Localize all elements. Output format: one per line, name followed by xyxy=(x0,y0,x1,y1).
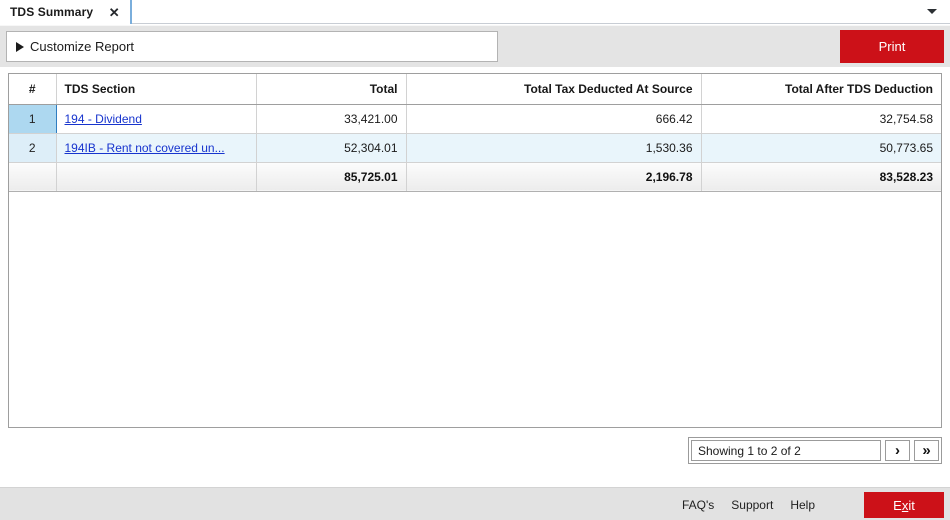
tds-section-link[interactable]: 194 - Dividend xyxy=(65,112,142,126)
close-icon[interactable]: ✕ xyxy=(107,5,121,19)
next-page-icon[interactable]: › xyxy=(885,440,910,461)
totals-number-cell xyxy=(9,162,57,192)
exit-label-prefix: E xyxy=(893,497,902,513)
totals-section-cell xyxy=(56,162,257,192)
table-totals-row: 85,725.01 2,196.78 83,528.23 xyxy=(9,162,941,192)
tab-label: TDS Summary xyxy=(10,5,94,19)
row-number-cell: 1 xyxy=(9,104,57,134)
faq-link[interactable]: FAQ's xyxy=(682,498,714,512)
customize-report-label: Customize Report xyxy=(30,39,135,54)
tab-tds-summary[interactable]: TDS Summary ✕ xyxy=(0,0,133,24)
customize-report-expander[interactable]: Customize Report xyxy=(6,31,498,62)
column-header-number[interactable]: # xyxy=(9,74,57,105)
tab-bar-empty-area xyxy=(132,0,950,24)
footer-bar: FAQ's Support Help Ex it xyxy=(0,487,950,520)
tds-summary-grid-panel: # TDS Section Total Total Tax Deducted A… xyxy=(8,73,942,428)
last-page-icon[interactable]: » xyxy=(914,440,939,461)
column-header-total-tax-deducted[interactable]: Total Tax Deducted At Source xyxy=(406,74,702,105)
support-link[interactable]: Support xyxy=(731,498,773,512)
exit-label-suffix: it xyxy=(908,497,915,513)
tds-section-link[interactable]: 194IB - Rent not covered un... xyxy=(65,141,225,155)
totals-total-cell: 85,725.01 xyxy=(256,162,407,192)
exit-button[interactable]: Ex it xyxy=(864,492,944,518)
total-cell: 33,421.00 xyxy=(256,104,407,134)
table-header-row: # TDS Section Total Total Tax Deducted A… xyxy=(9,74,941,105)
pagination-status[interactable]: Showing 1 to 2 of 2 xyxy=(691,440,881,461)
total-tax-deducted-cell: 666.42 xyxy=(406,104,702,134)
totals-after-tds-cell: 83,528.23 xyxy=(701,162,941,192)
column-header-total-after-tds[interactable]: Total After TDS Deduction xyxy=(701,74,941,105)
report-toolbar: Customize Report Print xyxy=(0,25,950,67)
row-number-cell: 2 xyxy=(9,133,57,163)
print-button[interactable]: Print xyxy=(840,30,944,63)
triangle-right-icon xyxy=(16,41,24,52)
total-after-tds-cell: 50,773.65 xyxy=(701,133,941,163)
table-row[interactable]: 2 194IB - Rent not covered un... 52,304.… xyxy=(9,133,941,163)
caret-shape xyxy=(927,9,937,14)
tds-section-cell: 194 - Dividend xyxy=(56,104,257,134)
total-tax-deducted-cell: 1,530.36 xyxy=(406,133,702,163)
chevron-down-icon[interactable] xyxy=(922,0,942,23)
totals-tax-deducted-cell: 2,196.78 xyxy=(406,162,702,192)
column-header-total[interactable]: Total xyxy=(256,74,407,105)
column-header-tds-section[interactable]: TDS Section xyxy=(56,74,257,105)
pagination-control: Showing 1 to 2 of 2 › » xyxy=(688,437,942,464)
tab-bar: TDS Summary ✕ xyxy=(0,0,950,24)
footer-links: FAQ's Support Help xyxy=(682,488,815,520)
tds-summary-table: # TDS Section Total Total Tax Deducted A… xyxy=(9,74,941,192)
help-link[interactable]: Help xyxy=(790,498,815,512)
tds-section-cell: 194IB - Rent not covered un... xyxy=(56,133,257,163)
table-row[interactable]: 1 194 - Dividend 33,421.00 666.42 32,754… xyxy=(9,104,941,134)
total-after-tds-cell: 32,754.58 xyxy=(701,104,941,134)
total-cell: 52,304.01 xyxy=(256,133,407,163)
